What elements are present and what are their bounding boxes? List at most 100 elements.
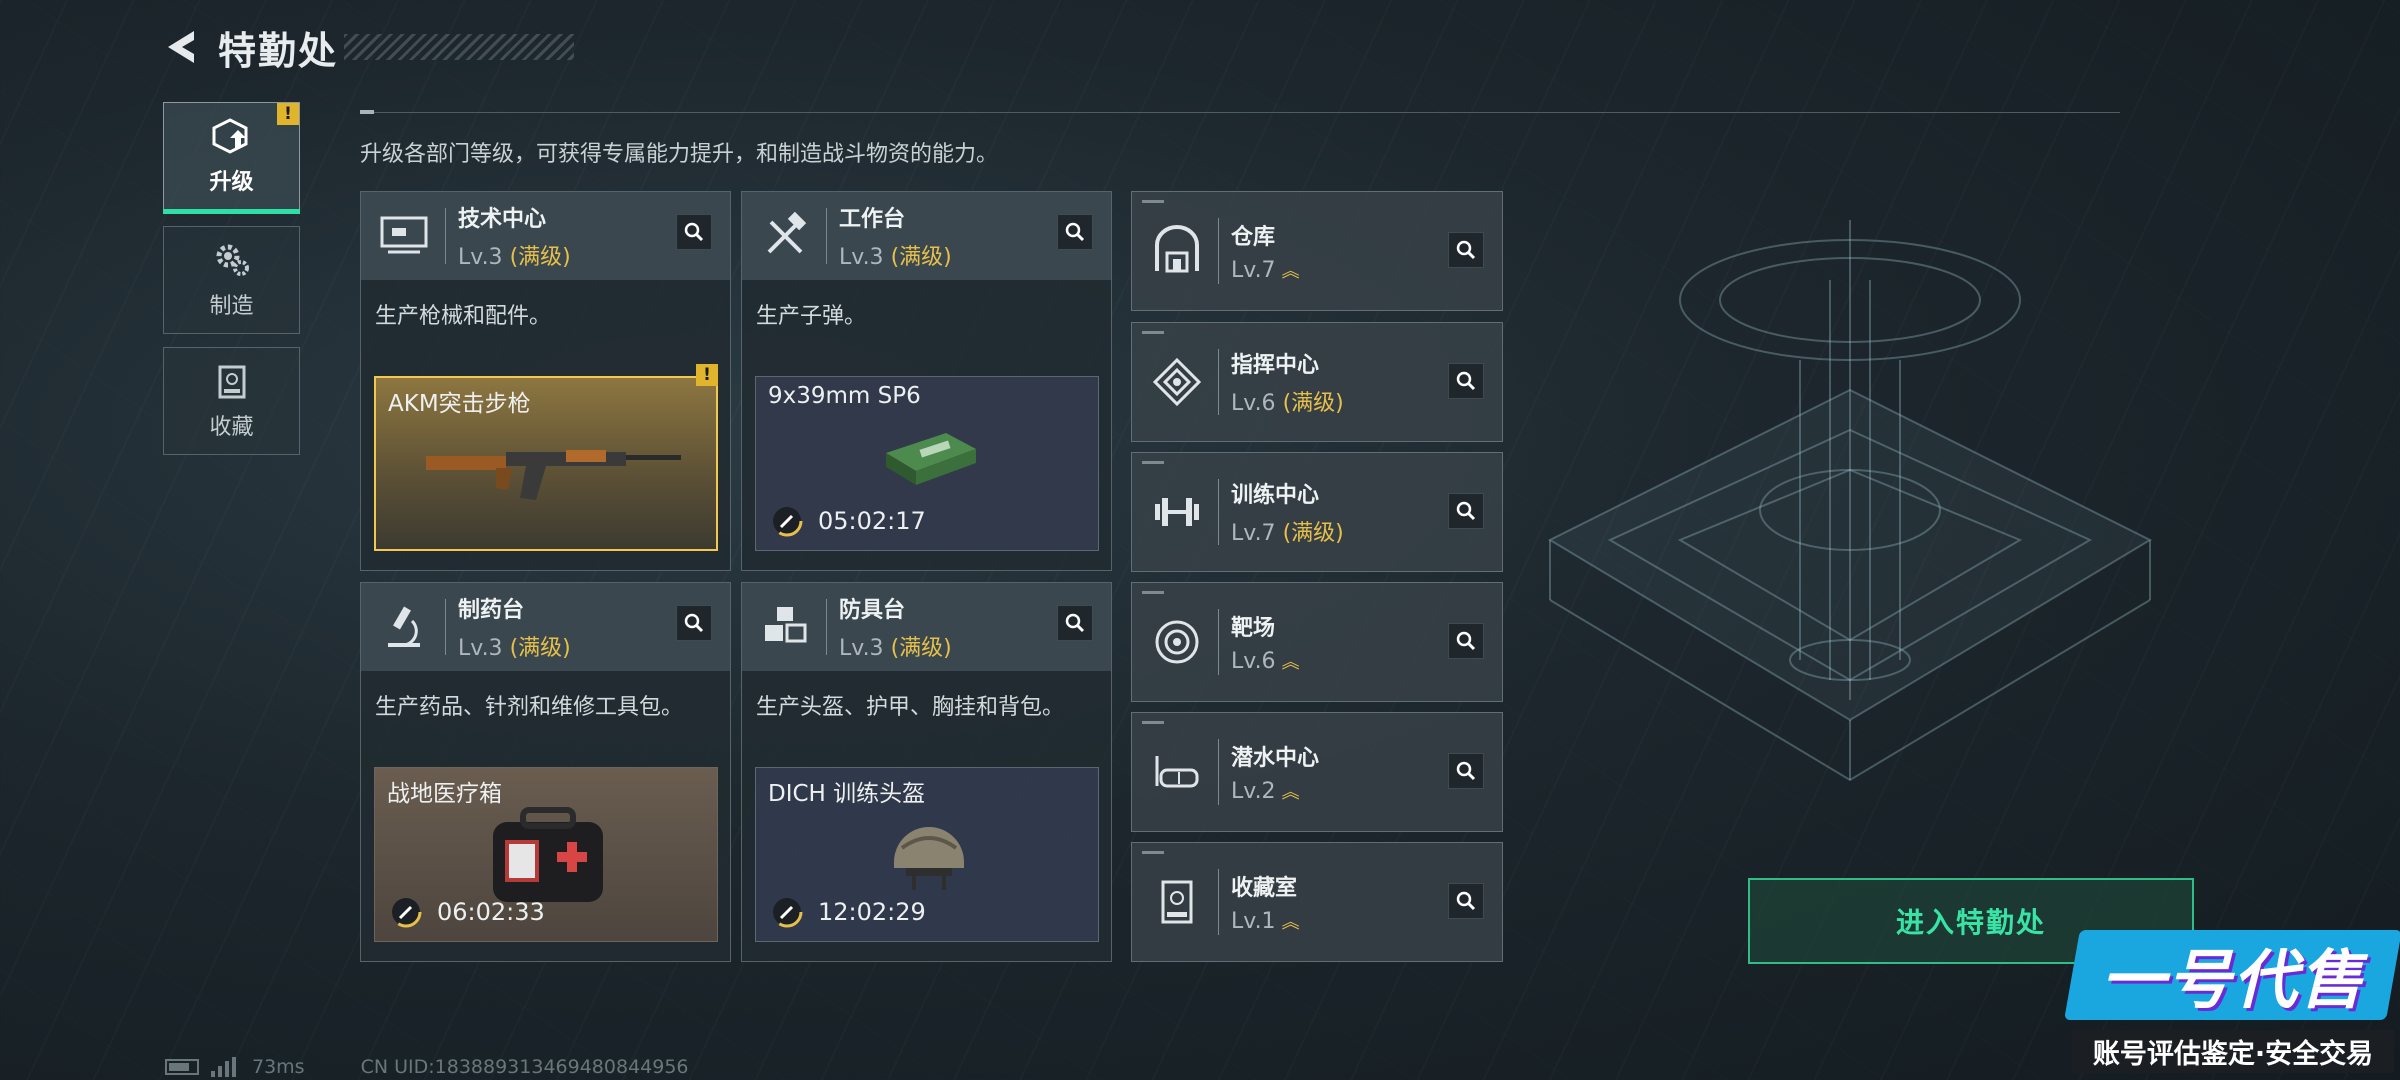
dept-level: Lv.7	[1231, 258, 1276, 283]
monitor-icon	[369, 201, 439, 271]
dept-level: Lv.2	[1231, 779, 1276, 804]
dept-name: 潜水中心	[1231, 746, 1320, 771]
upgrade-chevron-icon: ︽	[1281, 652, 1300, 673]
inspect-button[interactable]	[676, 605, 712, 641]
inspect-button[interactable]	[1057, 605, 1093, 641]
ping-text: 73ms	[252, 1056, 305, 1078]
alert-badge: !	[696, 364, 718, 386]
target-icon	[1142, 607, 1212, 677]
dumbbell-icon	[1142, 477, 1212, 547]
dept-level: Lv.7	[1231, 521, 1276, 546]
dept-card-diving-center[interactable]: 潜水中心 Lv.2 ︽	[1131, 712, 1503, 832]
dept-name: 靶场	[1231, 616, 1276, 641]
production-timer: 06:02:33	[389, 895, 545, 929]
divider	[1218, 739, 1219, 805]
battery-icon	[165, 1059, 199, 1075]
tools-icon	[750, 201, 820, 271]
inspect-button[interactable]	[1448, 363, 1484, 399]
max-level-tag: (满级)	[890, 245, 952, 270]
dept-name: 制药台	[458, 598, 525, 623]
divider	[1218, 349, 1219, 415]
dept-card-shooting-range[interactable]: 靶场 Lv.6 ︽	[1131, 582, 1503, 702]
dept-card-tech-center[interactable]: 技术中心 Lv.3 (满级) 生产枪械和配件。 ! AKM突击步枪	[360, 191, 731, 571]
dept-card-pharmacy[interactable]: 制药台 Lv.3 (满级) 生产药品、针剂和维修工具包。 战地医疗箱 06:02…	[360, 582, 731, 962]
alert-badge: !	[277, 103, 299, 125]
product-name: 9x39mm SP6	[768, 383, 921, 409]
divider	[1218, 869, 1219, 935]
inspect-button[interactable]	[1448, 493, 1484, 529]
back-button[interactable]	[160, 25, 204, 69]
dept-name: 工作台	[839, 207, 906, 232]
search-icon	[684, 613, 704, 633]
tab-collection[interactable]: 收藏	[163, 347, 300, 455]
inspect-button[interactable]	[1448, 623, 1484, 659]
dept-name: 收藏室	[1231, 876, 1298, 901]
display-case-icon	[1142, 867, 1212, 937]
max-level-tag: (满级)	[1282, 391, 1344, 416]
inspect-button[interactable]	[1448, 883, 1484, 919]
watermark: 一号代售 账号评估鉴定·安全交易	[2064, 930, 2400, 1073]
tab-label: 收藏	[209, 415, 254, 440]
tab-craft[interactable]: 制造	[163, 226, 300, 334]
divider	[1218, 218, 1219, 284]
dept-level: Lv.3	[458, 636, 503, 661]
product-name: 战地医疗箱	[387, 781, 502, 807]
dept-name: 仓库	[1231, 225, 1276, 250]
divider	[1218, 609, 1219, 675]
signal-icon	[211, 1057, 236, 1077]
goggles-icon	[1142, 737, 1212, 807]
dept-card-collection-room[interactable]: 收藏室 Lv.1 ︽	[1131, 842, 1503, 962]
medkit-image	[493, 807, 603, 902]
search-icon	[1065, 222, 1085, 242]
dept-card-warehouse[interactable]: 仓库 Lv.7 ︽	[1131, 191, 1503, 311]
dept-card-workbench[interactable]: 工作台 Lv.3 (满级) 生产子弹。 9x39mm SP6 05:02:17	[741, 191, 1112, 571]
card-header: 防具台 Lv.3 (满级)	[742, 583, 1111, 671]
timer-text: 06:02:33	[437, 898, 545, 926]
command-icon	[1142, 347, 1212, 417]
dept-card-armory[interactable]: 防具台 Lv.3 (满级) 生产头盔、护甲、胸挂和背包。 DICH 训练头盔 1…	[741, 582, 1112, 962]
divider	[1218, 479, 1219, 545]
uid-text: CN UID:1838893134694808449​56	[360, 1056, 689, 1078]
search-icon	[1456, 240, 1476, 260]
timer-text: 05:02:17	[818, 507, 926, 535]
inspect-button[interactable]	[1448, 753, 1484, 789]
ammo-box-image	[886, 433, 976, 485]
timer-text: 12:02:29	[818, 898, 926, 926]
search-icon	[684, 222, 704, 242]
dept-card-command-center[interactable]: 指挥中心 Lv.6 (满级)	[1131, 322, 1503, 442]
back-arrow-icon	[168, 31, 194, 63]
dept-name: 指挥中心	[1231, 353, 1320, 378]
product-slot[interactable]: 战地医疗箱 06:02:33	[374, 767, 718, 942]
search-icon	[1456, 761, 1476, 781]
dept-level: Lv.3	[839, 245, 884, 270]
title-decoration	[344, 34, 575, 60]
enter-button-label: 进入特勤处	[1895, 906, 2046, 939]
dept-card-training-center[interactable]: 训练中心 Lv.7 (满级)	[1131, 452, 1503, 572]
product-slot[interactable]: 9x39mm SP6 05:02:17	[755, 376, 1099, 551]
upgrade-icon	[212, 118, 247, 154]
tab-label: 升级	[209, 170, 254, 195]
max-level-tag: (满级)	[509, 636, 571, 661]
divider	[826, 599, 827, 655]
tab-upgrade[interactable]: ! 升级	[163, 102, 300, 214]
inspect-button[interactable]	[1448, 232, 1484, 268]
inspect-button[interactable]	[676, 214, 712, 250]
page-description: 升级各部门等级，可获得专属能力提升，和制造战斗物资的能力。	[360, 142, 999, 167]
collection-icon	[218, 365, 245, 399]
gears-icon	[216, 244, 249, 276]
base-hologram	[1547, 220, 2153, 782]
dept-description: 生产头盔、护甲、胸挂和背包。	[756, 695, 1065, 720]
max-level-tag: (满级)	[1282, 521, 1344, 546]
production-timer: 05:02:17	[770, 504, 926, 538]
divider	[445, 208, 446, 264]
wrench-timer-icon	[771, 896, 803, 928]
product-slot[interactable]: DICH 训练头盔 12:02:29	[755, 767, 1099, 942]
watermark-logo: 一号代售	[2064, 930, 2400, 1020]
rifle-image	[426, 450, 681, 500]
dept-description: 生产药品、针剂和维修工具包。	[375, 695, 684, 720]
inspect-button[interactable]	[1057, 214, 1093, 250]
product-slot[interactable]: ! AKM突击步枪	[374, 364, 718, 551]
card-header: 制药台 Lv.3 (满级)	[361, 583, 730, 671]
dept-description: 生产枪械和配件。	[375, 304, 552, 329]
search-icon	[1065, 613, 1085, 633]
